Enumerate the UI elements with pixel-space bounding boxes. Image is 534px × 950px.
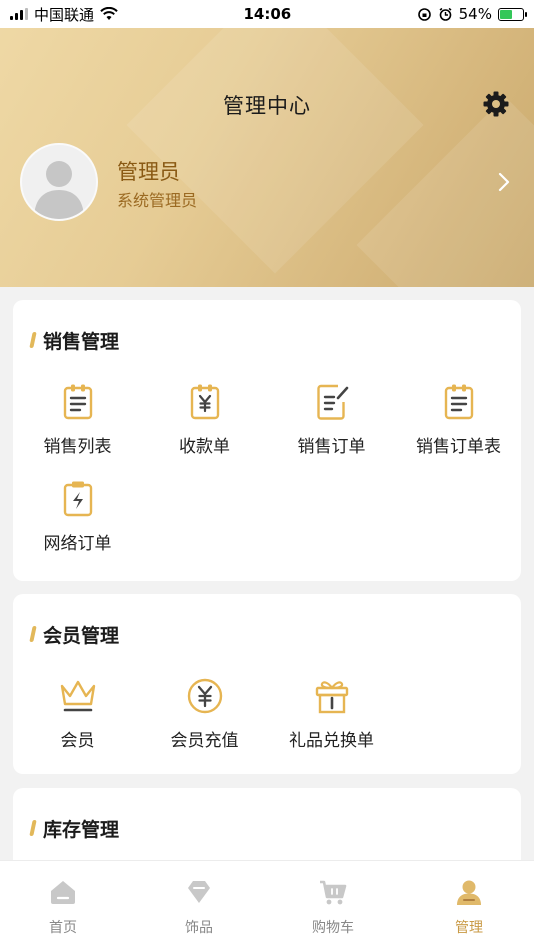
chevron-right-icon[interactable] [494,172,514,192]
item-label: 销售列表 [43,437,112,457]
carrier-label: 中国联通 [34,5,95,24]
item-label: 礼品兑换单 [289,731,374,751]
user-icon [457,880,481,905]
tab-label: 饰品 [185,920,213,936]
item-label: 网络订单 [43,534,112,554]
page-title: 管理中心 [223,94,311,118]
item-label: 收款单 [179,437,230,457]
avatar[interactable] [20,143,98,221]
clipboard-bolt-icon [63,481,92,517]
section-accent-bar [29,820,37,836]
bottom-tab-bar: 首页 饰品 购物车 管理 [0,860,534,950]
header-banner [0,0,534,287]
sales-management-card: 销售管理 销售列表 收款单 销售订单 销售订单表 网络订单 [13,300,521,581]
member-item[interactable]: 会员 [14,676,141,751]
item-label: 会员充值 [170,731,239,751]
online-order-item[interactable]: 网络订单 [14,479,141,554]
battery-icon [497,7,527,21]
section-accent-bar [29,626,37,642]
user-name[interactable]: 管理员 [117,156,180,186]
item-label: 会员 [60,731,95,751]
crown-icon [60,680,95,712]
gem-icon [188,881,210,903]
clipboard-list-icon [63,384,92,420]
user-role: 系统管理员 [117,191,198,210]
sales-order-table-item[interactable]: 销售订单表 [395,382,522,457]
home-icon [51,881,75,904]
tab-label: 管理 [455,920,483,936]
orientation-lock-icon [417,7,431,21]
tab-cart[interactable]: 购物车 [288,877,378,937]
clipboard-list-icon [444,384,473,420]
document-edit-icon [316,384,348,420]
sales-order-item[interactable]: 销售订单 [268,382,395,457]
tab-label: 首页 [49,920,77,936]
item-label: 销售订单表 [416,437,501,457]
yen-coin-icon [187,678,222,714]
member-recharge-item[interactable]: 会员充值 [141,676,268,751]
section-title-member: 会员管理 [43,625,120,647]
battery-percent: 54% [458,5,492,23]
status-bar: 中国联通 14:06 54% [0,0,534,28]
gift-exchange-item[interactable]: 礼品兑换单 [268,676,395,751]
signal-icon [10,8,28,20]
receipt-item[interactable]: 收款单 [141,382,268,457]
tab-accessories[interactable]: 饰品 [154,877,244,937]
gift-icon [315,681,348,714]
clock: 14:06 [243,5,292,23]
cart-icon [320,880,347,905]
tab-label: 购物车 [312,920,354,936]
alarm-icon [439,7,452,21]
tab-home[interactable]: 首页 [18,877,108,937]
gear-icon[interactable] [482,90,510,118]
section-accent-bar [29,332,37,348]
member-management-card: 会员管理 会员 会员充值 礼品兑换单 [13,594,521,774]
default-avatar-icon [34,161,84,219]
item-label: 销售订单 [297,437,366,457]
wifi-icon [100,7,118,20]
sales-list-item[interactable]: 销售列表 [14,382,141,457]
tab-manage[interactable]: 管理 [424,877,514,937]
section-title-sales: 销售管理 [43,331,120,353]
section-title-inventory: 库存管理 [43,819,120,841]
clipboard-yen-icon [190,384,219,420]
